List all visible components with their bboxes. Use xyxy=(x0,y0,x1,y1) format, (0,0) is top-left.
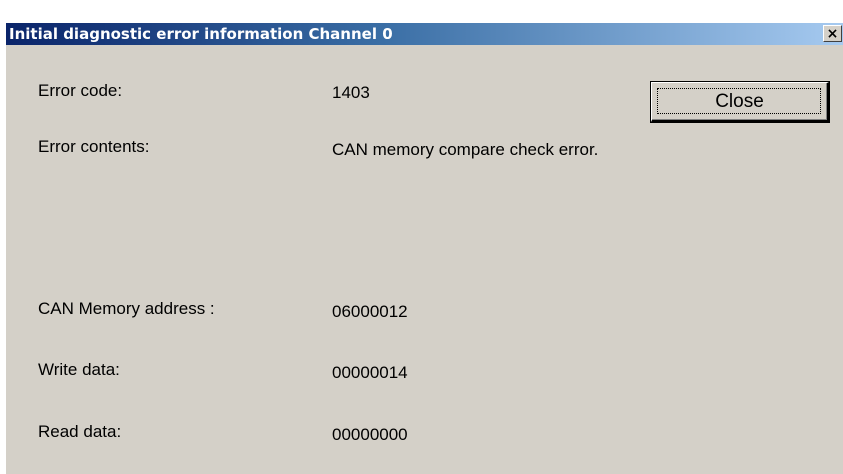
error-contents-label: Error contents: xyxy=(38,137,150,156)
write-data-value: 00000014 xyxy=(332,363,408,382)
error-code-value: 1403 xyxy=(332,83,370,102)
dialog-title: Initial diagnostic error information Cha… xyxy=(9,25,393,43)
read-data-value: 00000000 xyxy=(332,425,408,444)
write-data-label: Write data: xyxy=(38,360,120,379)
dialog-titlebar[interactable]: Initial diagnostic error information Cha… xyxy=(6,23,843,45)
error-contents-value: CAN memory compare check error. xyxy=(332,140,599,159)
read-data-label: Read data: xyxy=(38,422,122,441)
can-memory-address-label: CAN Memory address : xyxy=(38,299,215,318)
close-icon: × xyxy=(826,25,839,42)
error-code-label: Error code: xyxy=(38,81,123,100)
close-button-label: Close xyxy=(715,90,764,112)
titlebar-close-button[interactable]: × xyxy=(823,25,842,42)
close-button[interactable]: Close xyxy=(650,81,830,123)
can-memory-address-value: 06000012 xyxy=(332,302,408,321)
